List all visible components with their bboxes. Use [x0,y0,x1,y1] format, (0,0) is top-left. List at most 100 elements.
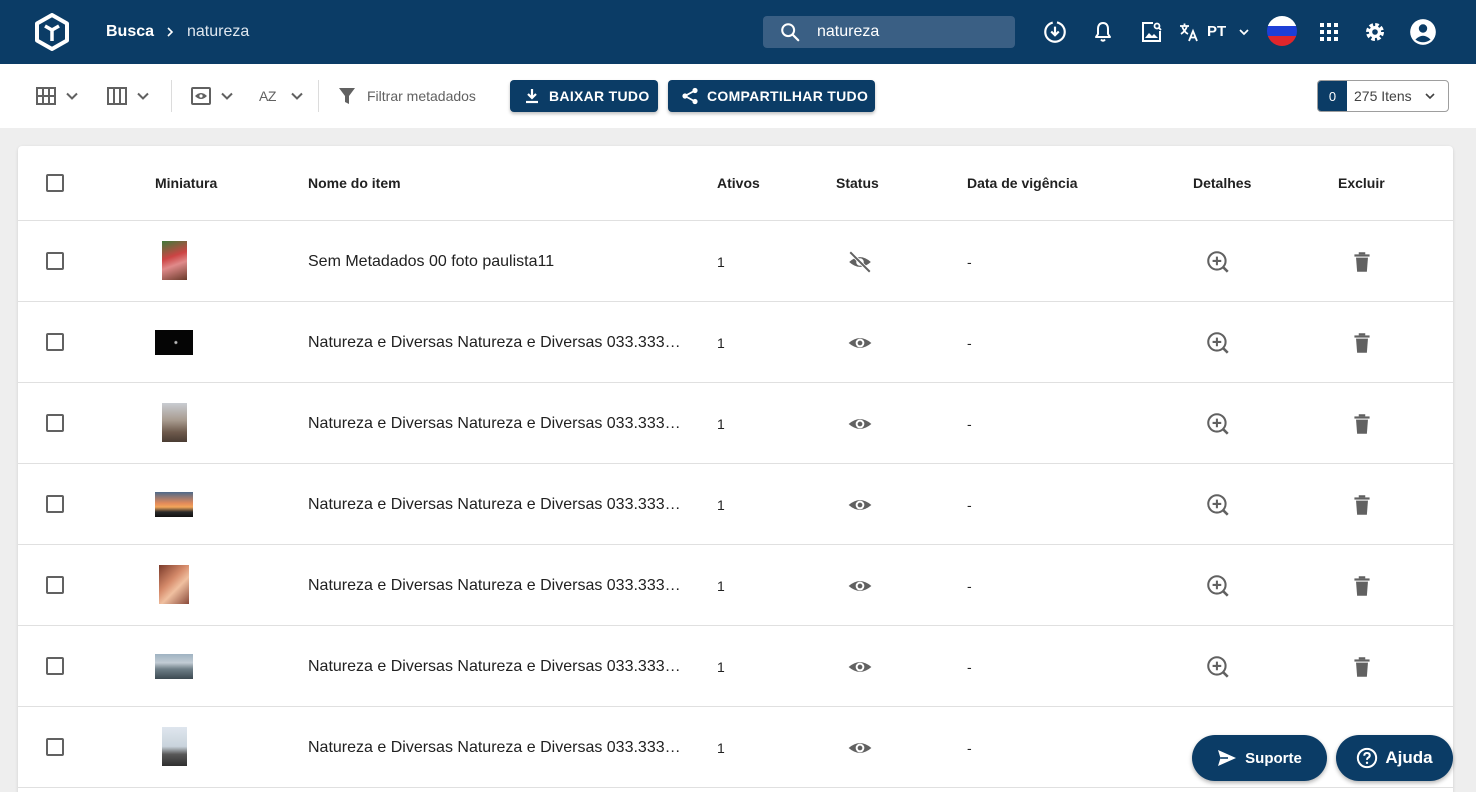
table-row[interactable]: Natureza e Diversas Natureza e Diversas … [18,383,1453,464]
item-thumbnail[interactable] [155,492,193,517]
table-row[interactable]: Natureza e Diversas Natureza e Diversas … [18,302,1453,383]
status-visible-eye-icon[interactable] [847,330,873,356]
help-icon [1357,747,1378,769]
apps-grid-icon[interactable] [1315,18,1343,46]
chevron-down-icon [221,92,233,100]
details-add-icon[interactable] [1205,654,1231,680]
row-checkbox[interactable] [46,657,64,675]
notifications-icon[interactable] [1089,18,1117,46]
delete-trash-icon[interactable] [1349,573,1375,599]
column-header-thumbnail: Miniatura [155,175,218,191]
item-name[interactable]: Natureza e Diversas Natureza e Diversas … [308,495,682,515]
item-name[interactable]: Natureza e Diversas Natureza e Diversas … [308,333,682,353]
download-center-icon[interactable] [1041,18,1069,46]
column-header-active[interactable]: Ativos [717,175,760,191]
delete-trash-icon[interactable] [1349,654,1375,680]
item-valid-date: - [967,335,972,351]
account-icon[interactable] [1409,18,1437,46]
item-name[interactable]: Natureza e Diversas Natureza e Diversas … [308,738,682,758]
item-thumbnail[interactable] [162,241,187,280]
row-checkbox[interactable] [46,333,64,351]
item-valid-date: - [967,416,972,432]
download-all-button[interactable]: BAIXAR TUDO [510,80,658,112]
grid-view-toggle[interactable] [36,84,82,108]
settings-icon[interactable] [1361,18,1389,46]
status-visible-eye-icon[interactable] [847,735,873,761]
column-header-valid-date[interactable]: Data de vigência [967,175,1078,191]
delete-trash-icon[interactable] [1349,330,1375,356]
status-hidden-eye-icon[interactable] [847,249,873,275]
delete-trash-icon[interactable] [1349,249,1375,275]
column-view-toggle[interactable] [107,84,153,108]
item-active-count: 1 [717,740,725,756]
item-valid-date: - [967,659,972,675]
item-name[interactable]: Sem Metadados 00 foto paulista11 [308,252,682,272]
toolbar-divider [318,80,319,112]
help-button[interactable]: Ajuda [1336,735,1453,781]
share-icon [682,87,698,105]
search-box[interactable] [763,16,1015,48]
preview-mode-toggle[interactable] [191,84,237,108]
row-checkbox[interactable] [46,738,64,756]
image-search-icon[interactable] [1137,18,1165,46]
item-thumbnail[interactable] [162,403,187,442]
results-toolbar: AZ Filtrar metadados BAIXAR TUDO COMPART… [0,64,1476,128]
share-all-button[interactable]: COMPARTILHAR TUDO [668,80,875,112]
items-per-page-select[interactable]: 0 275 Itens [1317,80,1449,112]
breadcrumb-root[interactable]: Busca [106,22,154,42]
item-thumbnail[interactable] [155,654,193,679]
item-thumbnail[interactable] [155,330,193,355]
item-thumbnail[interactable] [159,565,189,604]
filter-metadata-button[interactable]: Filtrar metadados [367,88,476,104]
translate-icon[interactable] [1175,18,1203,46]
delete-trash-icon[interactable] [1349,411,1375,437]
table-row[interactable]: Sem Metadados 00 foto paulista11 1 - [18,221,1453,302]
table-row[interactable]: Natureza e Diversas Natureza e Diversas … [18,464,1453,545]
details-add-icon[interactable] [1205,492,1231,518]
item-active-count: 1 [717,254,725,270]
language-flag-icon[interactable] [1267,16,1297,46]
status-visible-eye-icon[interactable] [847,492,873,518]
item-name[interactable]: Natureza e Diversas Natureza e Diversas … [308,576,682,596]
select-all-checkbox[interactable] [46,174,64,192]
table-row[interactable]: Natureza e Diversas Natureza e Diversas … [18,545,1453,626]
column-view-icon [107,87,127,105]
row-checkbox[interactable] [46,414,64,432]
send-icon [1218,750,1237,766]
search-input[interactable] [817,20,1007,44]
row-checkbox[interactable] [46,576,64,594]
status-visible-eye-icon[interactable] [847,411,873,437]
column-header-status[interactable]: Status [836,175,879,191]
item-name[interactable]: Natureza e Diversas Natureza e Diversas … [308,414,682,434]
details-add-icon[interactable] [1205,330,1231,356]
details-add-icon[interactable] [1205,411,1231,437]
delete-trash-icon[interactable] [1349,492,1375,518]
row-checkbox[interactable] [46,252,64,270]
table-header: Miniatura Nome do item Ativos Status Dat… [18,146,1453,221]
row-checkbox[interactable] [46,495,64,513]
language-label[interactable]: PT [1207,22,1226,42]
item-active-count: 1 [717,659,725,675]
toolbar-divider [171,80,172,112]
item-valid-date: - [967,497,972,513]
language-chevron-down-icon[interactable] [1230,18,1258,46]
app-logo-icon[interactable] [34,13,70,51]
support-button[interactable]: Suporte [1192,735,1327,781]
sort-az-icon: AZ [259,88,276,104]
chevron-down-icon [1425,93,1435,100]
table-row[interactable]: Natureza e Diversas Natureza e Diversas … [18,626,1453,707]
item-valid-date: - [967,578,972,594]
status-visible-eye-icon[interactable] [847,573,873,599]
details-add-icon[interactable] [1205,573,1231,599]
item-thumbnail[interactable] [162,727,187,766]
chevron-right-icon [162,22,178,42]
status-visible-eye-icon[interactable] [847,654,873,680]
chevron-down-icon [137,92,149,100]
details-add-icon[interactable] [1205,249,1231,275]
column-header-name[interactable]: Nome do item [308,175,401,191]
filter-icon[interactable] [338,84,356,108]
sort-toggle[interactable]: AZ [259,84,307,108]
preview-icon [191,87,211,105]
breadcrumb-current: natureza [187,23,250,40]
item-name[interactable]: Natureza e Diversas Natureza e Diversas … [308,657,682,677]
